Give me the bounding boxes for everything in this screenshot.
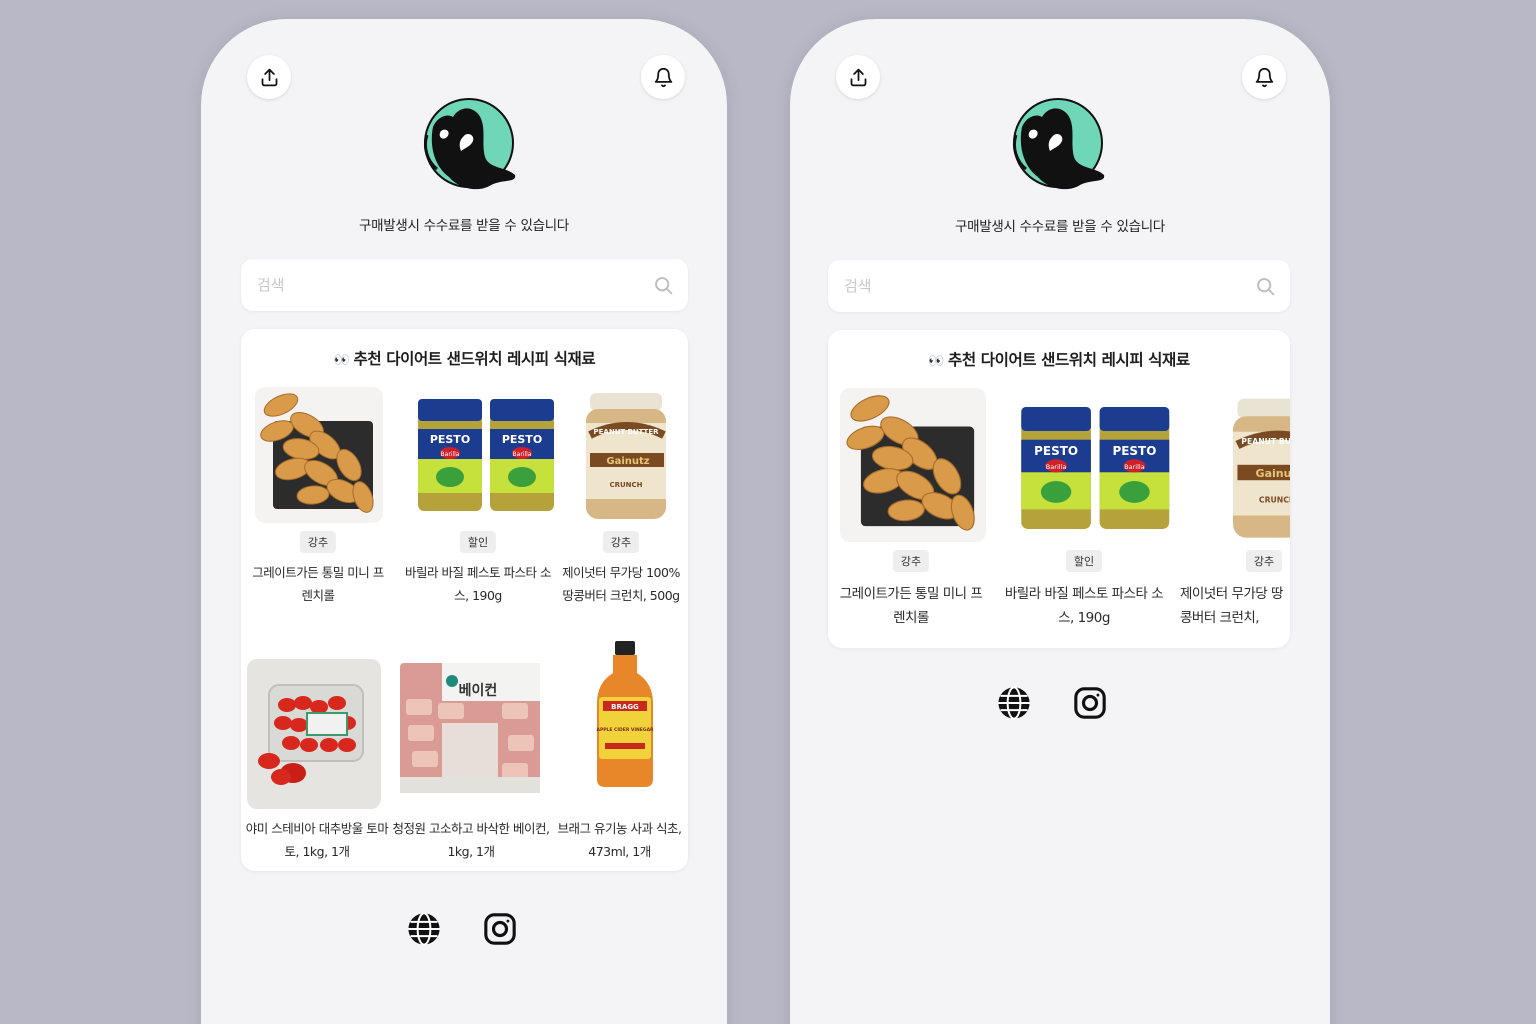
instagram-icon	[484, 913, 516, 945]
svg-text:PESTO: PESTO	[1112, 444, 1156, 458]
product-image	[255, 387, 383, 523]
product-image: PESTO Barilla PESTO Barilla	[1012, 394, 1172, 542]
instagram-icon	[1074, 687, 1106, 719]
product-item-pesto[interactable]: PESTO Barilla PESTO Barilla 할인 바릴라 바질 페스…	[404, 387, 554, 617]
product-badge: 강추	[602, 531, 640, 553]
svg-text:APPLE CIDER VINEGAR: APPLE CIDER VINEGAR	[596, 727, 654, 733]
instagram-link[interactable]	[482, 911, 518, 947]
social-links	[406, 911, 518, 947]
product-image: PESTO Barilla PESTO Barilla	[412, 387, 554, 523]
notification-button[interactable]	[641, 55, 685, 99]
avatar-logo-icon	[1012, 98, 1105, 190]
notification-button[interactable]	[1242, 55, 1286, 99]
avatar	[1008, 97, 1108, 197]
svg-text:Barilla: Barilla	[1124, 463, 1145, 471]
product-badge: 강추	[299, 531, 337, 553]
svg-text:Barilla: Barilla	[441, 451, 460, 458]
svg-text:Gainutz: Gainutz	[606, 456, 649, 467]
bell-icon	[1255, 67, 1273, 87]
eyes-emoji-icon: 👀	[333, 353, 350, 368]
search-input[interactable]	[844, 277, 1255, 295]
eyes-emoji-icon: 👀	[928, 354, 945, 369]
product-image: PEANUT BUTTER Gainutz CRUNCH	[1222, 392, 1290, 542]
svg-text:CRUNCH: CRUNCH	[1259, 495, 1290, 504]
share-icon	[261, 68, 277, 86]
bell-icon	[654, 67, 672, 87]
recommendation-card: 👀 추천 다이어트 샌드위치 레시피 식재료 강추 그레이트가든 통밀 미니 프…	[828, 330, 1290, 648]
globe-icon	[408, 912, 440, 946]
product-item-peanut-butter[interactable]: PEANUT BUTTER Gainutz CRUNCH 강추 제이넛터 무가당…	[556, 387, 686, 617]
product-image: BRAGG APPLE CIDER VINEGAR	[587, 639, 663, 789]
website-link[interactable]	[996, 685, 1032, 721]
search-bar[interactable]	[828, 260, 1290, 312]
product-name: 제이넛터 무가당 100% 땅콩버터 크런치, 500g	[562, 565, 680, 603]
product-item-french-roll[interactable]: 강추 그레이트가든 통밀 미니 프렌치롤	[247, 387, 389, 617]
product-item-french-roll[interactable]: 강추 그레이트가든 통밀 미니 프렌치롤	[836, 388, 986, 638]
product-image: PEANUT BUTTER Gainutz CRUNCH	[576, 387, 684, 523]
product-badge: 강추	[892, 550, 930, 572]
product-image: 베이컨	[398, 659, 542, 797]
svg-text:CRUNCH: CRUNCH	[609, 481, 642, 489]
recommendation-card: 👀 추천 다이어트 샌드위치 레시피 식재료 강추 그레이트가든 통밀 미니 프…	[241, 329, 688, 871]
search-bar[interactable]	[241, 259, 688, 311]
product-image	[247, 659, 381, 809]
commission-notice: 구매발생시 수수료를 받을 수 있습니다	[359, 218, 569, 234]
share-button[interactable]	[247, 55, 291, 99]
svg-text:베이컨: 베이컨	[459, 682, 498, 699]
section-title: 👀 추천 다이어트 샌드위치 레시피 식재료	[928, 351, 1190, 369]
product-item-bacon[interactable]: 베이컨 청정원 고소하고 바삭한 베이컨, 1kg, 1개	[392, 659, 550, 859]
svg-text:PEANUT BUTTER: PEANUT BUTTER	[1241, 437, 1290, 446]
product-badge: 할인	[1065, 550, 1103, 572]
section-title: 👀 추천 다이어트 샌드위치 레시피 식재료	[333, 350, 596, 368]
product-badge: 강추	[1245, 550, 1283, 572]
product-name: 바릴라 바질 페스토 파스타 소스, 190g	[1004, 586, 1164, 626]
product-name: 그레이트가든 통밀 미니 프렌치롤	[839, 586, 983, 626]
commission-notice: 구매발생시 수수료를 받을 수 있습니다	[955, 219, 1165, 235]
social-links	[996, 685, 1108, 721]
search-icon[interactable]	[653, 275, 674, 296]
website-link[interactable]	[406, 911, 442, 947]
product-name: 브래그 유기농 사과 식초, 473ml, 1개	[557, 821, 682, 859]
share-icon	[850, 68, 866, 86]
svg-text:PESTO: PESTO	[430, 433, 470, 446]
svg-text:Barilla: Barilla	[1046, 463, 1067, 471]
product-item-pesto[interactable]: PESTO Barilla PESTO Barilla 할인 바릴라 바질 페스…	[1004, 388, 1172, 638]
avatar	[419, 97, 519, 197]
svg-text:PESTO: PESTO	[502, 433, 542, 446]
avatar-logo-icon	[423, 98, 516, 190]
search-icon[interactable]	[1255, 276, 1276, 297]
product-name: 야미 스테비아 대추방울 토마토, 1kg, 1개	[245, 821, 389, 859]
product-name: 제이넛터 무가당 땅콩버터 크런치,	[1180, 586, 1283, 626]
svg-text:BRAGG: BRAGG	[611, 703, 639, 711]
product-image	[840, 388, 986, 542]
svg-text:PESTO: PESTO	[1034, 444, 1078, 458]
phone-screen-right: 구매발생시 수수료를 받을 수 있습니다 👀추천 다이어트 샌드위치 레시피 식…	[790, 19, 1330, 1024]
phone-screen-left: 구매발생시 수수료를 받을 수 있습니다 👀추천 다이어트 샌드위치 레시피 식…	[201, 19, 727, 1024]
svg-text:Gainutz: Gainutz	[1256, 467, 1290, 480]
instagram-link[interactable]	[1072, 685, 1108, 721]
product-name: 그레이트가든 통밀 미니 프렌치롤	[252, 565, 384, 603]
svg-text:Barilla: Barilla	[513, 451, 532, 458]
share-button[interactable]	[836, 55, 880, 99]
search-input[interactable]	[257, 276, 653, 294]
product-name: 바릴라 바질 페스토 파스타 소스, 190g	[405, 565, 551, 603]
svg-text:PEANUT BUTTER: PEANUT BUTTER	[594, 428, 660, 436]
product-badge: 할인	[459, 531, 497, 553]
product-item-tomato[interactable]: 야미 스테비아 대추방울 토마토, 1kg, 1개	[243, 659, 391, 859]
product-item-peanut-butter[interactable]: PEANUT BUTTER Gainutz CRUNCH 강추 제이넛터 무가당…	[1180, 388, 1290, 638]
product-name: 청정원 고소하고 바삭한 베이컨, 1kg, 1개	[392, 821, 550, 859]
globe-icon	[998, 686, 1030, 720]
product-item-vinegar[interactable]: BRAGG APPLE CIDER VINEGAR 브래그 유기농 사과 식초,…	[551, 639, 688, 859]
